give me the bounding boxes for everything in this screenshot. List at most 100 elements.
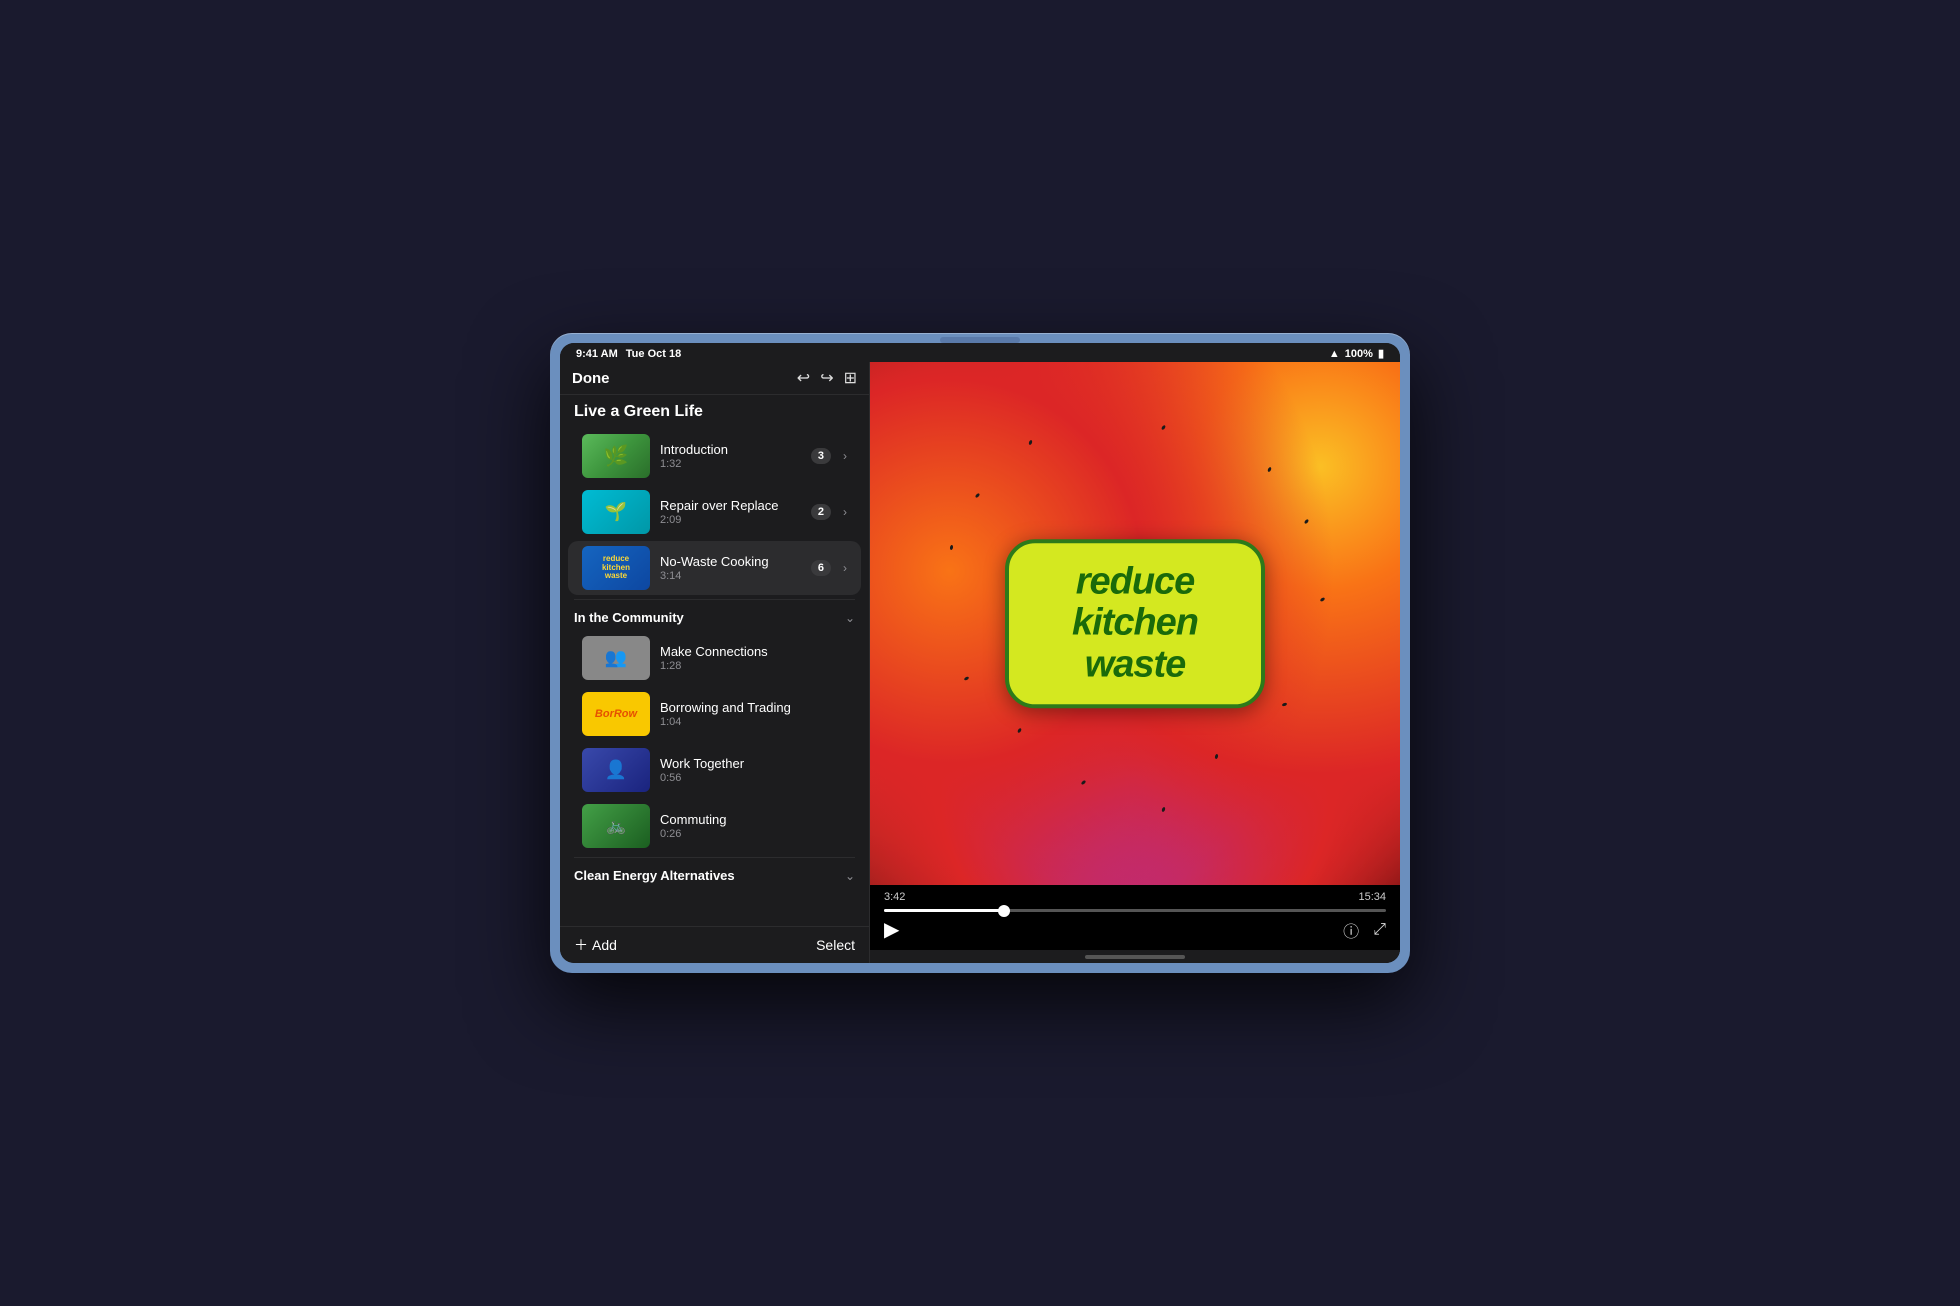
video-thumbnail-borrow: BorRow xyxy=(582,692,650,736)
ipad-screen: 9:41 AM Tue Oct 18 ▲ 100% ▮ Done ↩ ↪ ⊞ xyxy=(560,343,1400,963)
toolbar-icons: ↩ ↪ ⊞ xyxy=(797,368,857,388)
category-section-clean-energy: Clean Energy Alternatives ⌄ xyxy=(560,862,869,887)
list-item[interactable]: Make Connections 1:28 xyxy=(568,631,861,685)
seed xyxy=(975,492,981,498)
video-thumbnail-intro xyxy=(582,434,650,478)
video-duration: 1:32 xyxy=(660,458,801,470)
video-info-borrow: Borrowing and Trading 1:04 xyxy=(660,700,847,728)
chevron-right-icon: › xyxy=(843,449,847,463)
battery-percent: 100% xyxy=(1345,348,1373,360)
seed xyxy=(1028,440,1033,446)
status-right: ▲ 100% ▮ xyxy=(1329,347,1384,360)
fullscreen-icon[interactable]: ⤢ xyxy=(1373,921,1386,939)
category-section-community: In the Community ⌄ Make Connections 1:28 xyxy=(560,604,869,853)
video-duration: 1:28 xyxy=(660,660,847,672)
grid-icon[interactable]: ⊞ xyxy=(844,368,857,388)
control-right: ⓘ ⤢ xyxy=(1343,918,1386,942)
play-button[interactable]: ▶ xyxy=(884,920,899,940)
bottom-bar: ＋ Add Select xyxy=(560,926,869,963)
video-info-makeconn: Make Connections 1:28 xyxy=(660,644,847,672)
video-title: Work Together xyxy=(660,756,847,771)
video-controls: 3:42 15:34 ▶ ⓘ ⤢ xyxy=(870,885,1400,950)
seed xyxy=(1160,424,1165,430)
seed xyxy=(1017,728,1022,734)
list-item[interactable]: 🚲 Commuting 0:26 xyxy=(568,799,861,853)
left-panel: Done ↩ ↪ ⊞ Live a Green Life xyxy=(560,362,870,963)
home-bar xyxy=(870,950,1400,963)
video-duration: 0:56 xyxy=(660,772,847,784)
video-info-intro: Introduction 1:32 xyxy=(660,442,801,470)
section-divider xyxy=(574,857,855,858)
add-label: Add xyxy=(592,937,617,953)
video-title: Introduction xyxy=(660,442,801,457)
playlist-title: Live a Green Life xyxy=(574,403,855,421)
time-row: 3:42 15:34 xyxy=(884,891,1386,903)
status-bar: 9:41 AM Tue Oct 18 ▲ 100% ▮ xyxy=(560,343,1400,362)
video-title: Repair over Replace xyxy=(660,498,801,513)
video-duration: 1:04 xyxy=(660,716,847,728)
video-badge-repair: 2 xyxy=(811,504,831,520)
plus-icon: ＋ xyxy=(574,935,588,955)
video-duration: 0:26 xyxy=(660,828,847,840)
chevron-right-icon: › xyxy=(843,505,847,519)
right-panel: ⬆ xyxy=(870,362,1400,963)
seed xyxy=(949,545,953,550)
category-name: In the Community xyxy=(574,610,684,625)
section-divider xyxy=(574,599,855,600)
seed xyxy=(964,676,970,681)
wifi-icon: ▲ xyxy=(1329,348,1340,360)
seed xyxy=(1319,597,1325,602)
seed xyxy=(1081,780,1087,786)
redo-icon[interactable]: ↪ xyxy=(820,368,833,388)
progress-bar-container[interactable]: 3:42 15:34 xyxy=(884,891,1386,912)
info-icon[interactable]: ⓘ xyxy=(1343,918,1359,942)
video-thumbnail-worktog xyxy=(582,748,650,792)
chevron-down-icon: ⌄ xyxy=(845,611,855,625)
chevron-right-icon: › xyxy=(843,561,847,575)
status-left: 9:41 AM Tue Oct 18 xyxy=(576,348,681,360)
video-info-repair: Repair over Replace 2:09 xyxy=(660,498,801,526)
list-item[interactable]: Work Together 0:56 xyxy=(568,743,861,797)
undo-icon[interactable]: ↩ xyxy=(797,368,810,388)
video-title: Make Connections xyxy=(660,644,847,659)
controls-row: ▶ ⓘ ⤢ xyxy=(884,918,1386,942)
video-duration: 3:14 xyxy=(660,570,801,582)
seed xyxy=(1161,806,1166,812)
select-button[interactable]: Select xyxy=(816,937,855,953)
video-info-commute: Commuting 0:26 xyxy=(660,812,847,840)
home-bar-line xyxy=(1085,955,1185,959)
video-thumbnail-makeconn xyxy=(582,636,650,680)
category-header-clean-energy[interactable]: Clean Energy Alternatives ⌄ xyxy=(560,862,869,887)
list-item[interactable]: Repair over Replace 2:09 2 › xyxy=(568,485,861,539)
list-container[interactable]: Introduction 1:32 3 › Repair over Replac… xyxy=(560,427,869,926)
video-duration: 2:09 xyxy=(660,514,801,526)
video-thumbnail-nowaste: reducekitchenwaste xyxy=(582,546,650,590)
seed xyxy=(1282,702,1288,707)
list-item[interactable]: Introduction 1:32 3 › xyxy=(568,429,861,483)
video-content: reducekitchenwaste xyxy=(870,362,1400,885)
total-time: 15:34 xyxy=(1358,891,1386,903)
done-button[interactable]: Done xyxy=(572,370,610,387)
main-content: Done ↩ ↪ ⊞ Live a Green Life xyxy=(560,362,1400,963)
list-item-active[interactable]: reducekitchenwaste No-Waste Cooking 3:14… xyxy=(568,541,861,595)
add-button[interactable]: ＋ Add xyxy=(574,935,617,955)
progress-fill xyxy=(884,909,1004,912)
playlist-header: Live a Green Life xyxy=(560,395,869,427)
battery-icon: ▮ xyxy=(1378,347,1384,360)
video-background: reducekitchenwaste xyxy=(870,362,1400,885)
category-header-community[interactable]: In the Community ⌄ xyxy=(560,604,869,629)
seed xyxy=(1214,754,1218,760)
status-date: Tue Oct 18 xyxy=(626,348,681,360)
progress-thumb[interactable] xyxy=(998,905,1010,917)
seed xyxy=(1303,519,1309,525)
video-thumbnail-repair xyxy=(582,490,650,534)
video-badge-intro: 3 xyxy=(811,448,831,464)
progress-track[interactable] xyxy=(884,909,1386,912)
toolbar: Done ↩ ↪ ⊞ xyxy=(560,362,869,395)
list-item[interactable]: BorRow Borrowing and Trading 1:04 xyxy=(568,687,861,741)
video-info-worktog: Work Together 0:56 xyxy=(660,756,847,784)
video-title-overlay: reducekitchenwaste xyxy=(1005,539,1265,708)
ipad-frame: 9:41 AM Tue Oct 18 ▲ 100% ▮ Done ↩ ↪ ⊞ xyxy=(550,333,1410,973)
video-display: reducekitchenwaste xyxy=(870,362,1400,885)
video-info-nowaste: No-Waste Cooking 3:14 xyxy=(660,554,801,582)
